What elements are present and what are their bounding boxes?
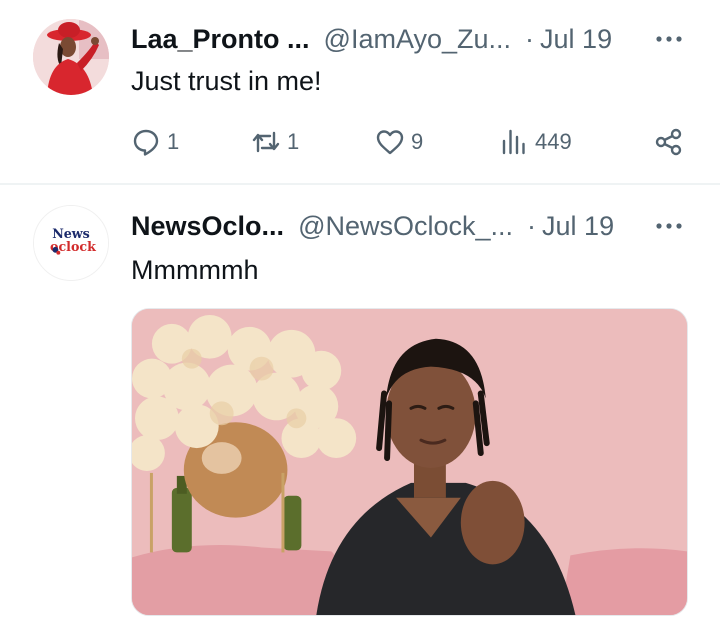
bar-chart-icon bbox=[502, 129, 525, 155]
author-name[interactable]: NewsOclo... bbox=[131, 211, 284, 242]
avatar[interactable]: News oclock bbox=[33, 205, 109, 281]
retweet-button[interactable]: 1 bbox=[251, 124, 299, 160]
like-count: 9 bbox=[411, 129, 424, 154]
heart-icon bbox=[376, 130, 404, 155]
retweet-count: 1 bbox=[287, 129, 300, 154]
tweet-1[interactable]: Laa_Pronto ... @IamAyo_Zu... · Jul 19 Ju… bbox=[0, 0, 720, 184]
more-horizontal-icon bbox=[656, 223, 682, 229]
author-handle[interactable]: @IamAyo_Zu... bbox=[324, 24, 511, 55]
tweet-actions: 1 1 9 449 bbox=[131, 124, 691, 160]
reply-bubble-icon bbox=[133, 129, 159, 156]
share-button[interactable] bbox=[654, 124, 684, 160]
tweet-text: Mmmmmh bbox=[131, 255, 259, 285]
more-horizontal-icon bbox=[656, 36, 682, 42]
views-button[interactable]: 449 bbox=[499, 124, 572, 160]
tweet-text: Just trust in me! bbox=[131, 66, 322, 96]
more-options-button[interactable] bbox=[654, 211, 684, 241]
author-handle[interactable]: @NewsOclock_... bbox=[298, 211, 513, 242]
reply-count: 1 bbox=[167, 129, 180, 154]
avatar[interactable] bbox=[33, 19, 109, 95]
more-options-button[interactable] bbox=[654, 24, 684, 54]
tweet-date[interactable]: Jul 19 bbox=[542, 211, 614, 242]
tweet-media-image[interactable] bbox=[131, 308, 688, 616]
tweet-2[interactable]: News oclock NewsOclo... @NewsOclock_... … bbox=[0, 185, 720, 623]
tweet-date[interactable]: Jul 19 bbox=[540, 24, 612, 55]
photo-man-with-flowers bbox=[132, 309, 687, 615]
reply-button[interactable]: 1 bbox=[131, 124, 179, 160]
like-button[interactable]: 9 bbox=[375, 124, 423, 160]
retweet-arrows-icon bbox=[252, 131, 280, 153]
separator-dot: · bbox=[525, 23, 535, 54]
newsoclock-logo: News oclock bbox=[34, 206, 108, 280]
tweet-header: NewsOclo... @NewsOclock_... · Jul 19 bbox=[131, 209, 614, 243]
tweet-header: Laa_Pronto ... @IamAyo_Zu... · Jul 19 bbox=[131, 22, 612, 56]
author-name[interactable]: Laa_Pronto ... bbox=[131, 24, 310, 55]
separator-dot: · bbox=[527, 210, 537, 241]
share-nodes-icon bbox=[655, 128, 682, 156]
avatar-photo-woman-red-hat bbox=[33, 19, 109, 95]
views-count: 449 bbox=[535, 129, 572, 154]
